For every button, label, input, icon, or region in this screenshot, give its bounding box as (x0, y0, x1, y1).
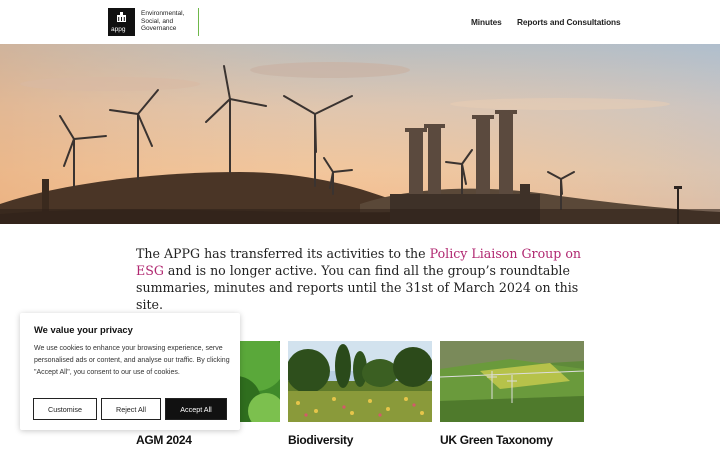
customise-button[interactable]: Customise (33, 398, 97, 420)
organisation-name[interactable]: Environmental, Social, and Governance (141, 10, 197, 33)
logo-divider (198, 8, 199, 36)
cookie-consent-banner: We value your privacy We use cookies to … (20, 313, 240, 430)
parliament-icon (117, 12, 126, 22)
logo-text: appg (111, 26, 126, 33)
intro-text-after: and is no longer active. You can find al… (136, 263, 579, 312)
appg-logo[interactable]: appg (108, 8, 135, 36)
intro-text-before: The APPG has transferred its activities … (136, 246, 430, 261)
nav-minutes[interactable]: Minutes (471, 17, 502, 27)
cookie-banner-text: We use cookies to enhance your browsing … (34, 345, 230, 376)
cookie-banner-title: We value your privacy (34, 324, 133, 335)
org-name-line: Social, and (141, 17, 174, 25)
reject-all-button[interactable]: Reject All (101, 398, 161, 420)
nav-reports-and-consultations[interactable]: Reports and Consultations (517, 17, 621, 27)
hero-image (0, 44, 720, 224)
card-title-uk-green-taxonomy[interactable]: UK Green Taxonomy (440, 433, 553, 447)
org-name-line: Environmental, (141, 10, 185, 17)
card-image-uk-green-taxonomy[interactable] (440, 341, 584, 422)
card-title-agm-2024[interactable]: AGM 2024 (136, 433, 192, 447)
card-title-biodiversity[interactable]: Biodiversity (288, 433, 353, 447)
site-header: appg Environmental, Social, and Governan… (0, 0, 720, 44)
card-image-biodiversity[interactable] (288, 341, 432, 422)
org-name-line: Governance (141, 25, 177, 33)
intro-paragraph: The APPG has transferred its activities … (136, 245, 586, 313)
accept-all-button[interactable]: Accept All (165, 398, 227, 420)
